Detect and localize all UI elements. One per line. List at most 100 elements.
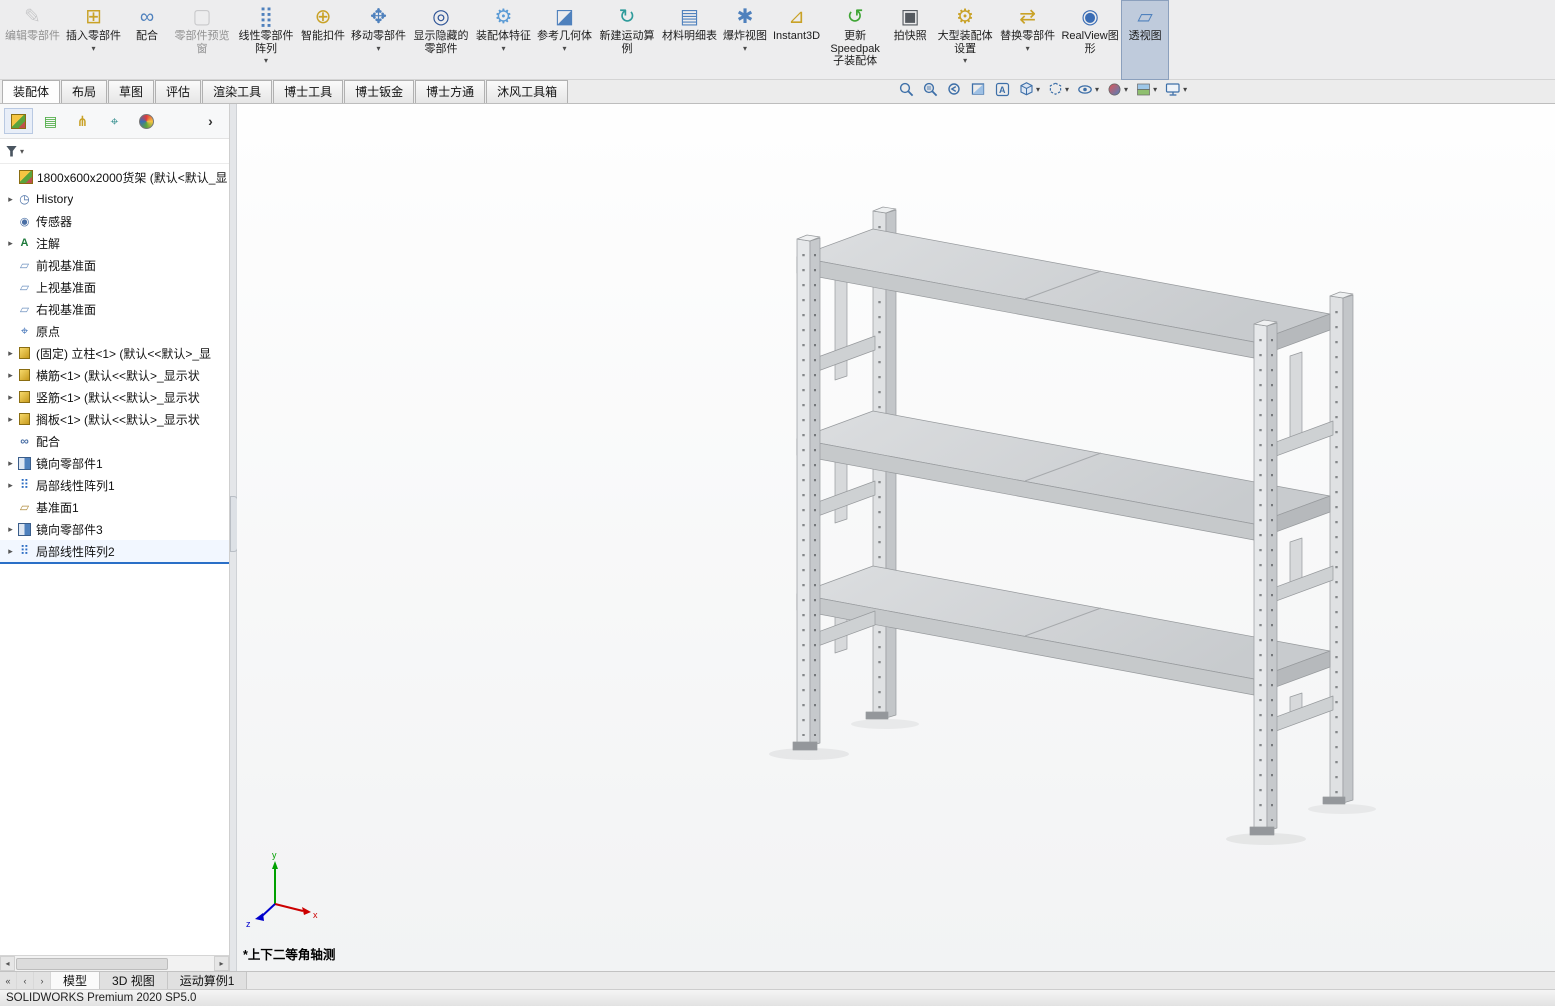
tree-item-history[interactable]: History	[0, 188, 229, 210]
toolbar-button-insert-components[interactable]: ⊞ 插入零部件	[63, 1, 124, 79]
toolbar-button-exploded-view[interactable]: ✱ 爆炸视图	[720, 1, 770, 79]
tab-model[interactable]: 模型	[51, 972, 101, 989]
toolbar-button-move-component[interactable]: ✥ 移动零部件	[348, 1, 409, 79]
tab-layout[interactable]: 布局	[61, 80, 108, 103]
scroll-left-arrow-icon[interactable]: ◂	[0, 956, 15, 971]
toolbar-button-smart-fasteners[interactable]: ⊕ 智能扣件	[298, 1, 348, 79]
tab-assembly[interactable]: 装配体	[2, 80, 61, 103]
toolbar-button-take-snapshot[interactable]: ▣ 拍快照	[887, 1, 933, 79]
tab-doctor-tools[interactable]: 博士工具	[273, 80, 344, 103]
tree-item-label: 局部线性阵列1	[36, 478, 115, 493]
tree-item-annotations[interactable]: 注解	[0, 232, 229, 254]
display-manager-tab[interactable]	[132, 108, 161, 134]
feature-manager-tab[interactable]	[4, 108, 33, 134]
tab-scroll-first-icon[interactable]: «	[0, 972, 17, 989]
tab-scroll-left-icon[interactable]: ‹	[17, 972, 34, 989]
expand-arrow-icon[interactable]	[4, 414, 17, 425]
toolbar-button-component-preview-window[interactable]: ▢ 零部件预览窗	[170, 1, 234, 79]
tree-item-component-2[interactable]: 横筋<1> (默认<<默认>_显示状	[0, 364, 229, 386]
tree-item-component-1[interactable]: (固定) 立柱<1> (默认<<默认>_显	[0, 342, 229, 364]
update-speedpak-icon: ↺	[846, 6, 864, 28]
edit-appearance-icon[interactable]	[1106, 81, 1128, 98]
configuration-manager-tab[interactable]	[68, 108, 97, 134]
display-style-icon[interactable]	[1047, 81, 1069, 98]
tree-item-label: (固定) 立柱<1> (默认<<默认>_显	[36, 346, 212, 361]
toolbar-button-large-assembly-settings[interactable]: ⚙ 大型装配体设置	[933, 1, 997, 79]
expand-arrow-icon[interactable]	[4, 370, 17, 381]
dynamic-annotation-views-icon[interactable]: A	[994, 81, 1011, 98]
tree-item-front-plane[interactable]: 前视基准面	[0, 254, 229, 276]
tree-item-mirror-component-3[interactable]: 镜向零部件3	[0, 518, 229, 540]
toolbar-button-perspective[interactable]: ▱ 透视图	[1121, 0, 1170, 80]
tree-item-linear-pattern-1[interactable]: 局部线性阵列1	[0, 474, 229, 496]
filter-funnel-icon[interactable]	[6, 145, 17, 157]
toolbar-button-label: 装配体特征	[476, 30, 531, 42]
toolbar-button-linear-component-pattern[interactable]: ⣿ 线性零部件阵列	[234, 1, 298, 79]
tab-doctor-fangtong[interactable]: 博士方通	[415, 80, 486, 103]
toolbar-button-new-motion-study[interactable]: ↻ 新建运动算例	[595, 1, 659, 79]
tree-item-component-3[interactable]: 竖筋<1> (默认<<默认>_显示状	[0, 386, 229, 408]
hide-show-items-icon[interactable]	[1076, 81, 1099, 98]
toolbar-button-realview-graphics[interactable]: ◉ RealView图形	[1058, 1, 1122, 79]
zoom-area-icon[interactable]	[922, 81, 939, 98]
property-manager-tab[interactable]	[36, 108, 65, 134]
tab-doctor-sheetmetal[interactable]: 博士钣金	[344, 80, 415, 103]
toolbar-button-update-speedpak[interactable]: ↺ 更新Speedpak子装配体	[823, 1, 887, 79]
tab-scroll-right-icon[interactable]: ›	[34, 972, 51, 989]
tree-item-right-plane[interactable]: 右视基准面	[0, 298, 229, 320]
filter-dropdown-caret-icon[interactable]: ▾	[20, 147, 24, 156]
toolbar-button-label: 显示隐藏的零部件	[413, 30, 469, 55]
graphics-viewport[interactable]: y x z *上下二等角轴测	[237, 104, 1555, 971]
toolbar-button-reference-geometry[interactable]: ◪ 参考几何体	[534, 1, 595, 79]
toolbar-button-replace-components[interactable]: ⇄ 替换零部件	[997, 1, 1058, 79]
zoom-to-fit-icon[interactable]	[898, 81, 915, 98]
previous-view-icon[interactable]	[946, 81, 963, 98]
tree-item-assembly-root[interactable]: 1800x600x2000货架 (默认<默认_显	[0, 166, 229, 188]
view-settings-icon[interactable]	[1164, 81, 1187, 98]
tree-item-top-plane[interactable]: 上视基准面	[0, 276, 229, 298]
scrollbar-thumb[interactable]	[16, 958, 168, 970]
dimxpert-manager-tab[interactable]	[100, 108, 129, 134]
tab-3d-views[interactable]: 3D 视图	[100, 972, 168, 989]
display-manager-icon	[139, 113, 154, 129]
apply-scene-icon[interactable]	[1135, 81, 1157, 98]
tab-render-tools[interactable]: 渲染工具	[202, 80, 273, 103]
tab-mufeng-toolbox[interactable]: 沐风工具箱	[486, 80, 569, 103]
tree-item-label: 传感器	[36, 214, 73, 229]
expand-arrow-icon[interactable]	[4, 546, 17, 557]
feature-manager-panel: ▾ 1800x600x2000货架 (默认<默认_显 History 传感器 注…	[0, 104, 230, 971]
section-view-icon[interactable]	[970, 81, 987, 98]
toolbar-button-mate[interactable]: ∞ 配合	[124, 1, 170, 79]
toolbar-button-edit-component[interactable]: ✎ 编辑零部件	[2, 1, 63, 79]
tree-horizontal-scrollbar[interactable]: ◂ ▸	[0, 955, 229, 971]
toolbar-button-instant3d[interactable]: ⊿ Instant3D	[770, 1, 823, 79]
orientation-triad: y x z	[246, 850, 318, 929]
toolbar-button-assembly-features[interactable]: ⚙ 装配体特征	[473, 1, 534, 79]
expand-arrow-icon[interactable]	[4, 458, 17, 469]
toolbar-button-bill-of-materials[interactable]: ▤ 材料明细表	[659, 1, 720, 79]
tree-item-mirror-component-1[interactable]: 镜向零部件1	[0, 452, 229, 474]
tree-item-linear-pattern-2[interactable]: 局部线性阵列2	[0, 540, 229, 564]
toolbar-button-show-hidden-components[interactable]: ◎ 显示隐藏的零部件	[409, 1, 473, 79]
part-icon	[19, 391, 30, 403]
panel-splitter[interactable]	[230, 104, 238, 971]
tree-item-component-4[interactable]: 搁板<1> (默认<<默认>_显示状	[0, 408, 229, 430]
tree-item-mates[interactable]: 配合	[0, 430, 229, 452]
shelf-rack-model[interactable]: y x z	[237, 104, 1555, 971]
expand-arrow-icon[interactable]	[4, 392, 17, 403]
expand-arrow-icon[interactable]	[4, 194, 17, 205]
tree-item-sensors[interactable]: 传感器	[0, 210, 229, 232]
tab-motion-study-1[interactable]: 运动算例1	[167, 972, 248, 989]
view-orientation-icon[interactable]	[1018, 81, 1040, 98]
assembly-features-icon: ⚙	[494, 6, 513, 28]
expand-arrow-icon[interactable]	[4, 238, 17, 249]
scroll-right-arrow-icon[interactable]: ▸	[214, 956, 229, 971]
tab-sketch[interactable]: 草图	[108, 80, 155, 103]
expand-arrow-icon[interactable]	[4, 348, 17, 359]
tab-evaluate[interactable]: 评估	[155, 80, 202, 103]
expand-arrow-icon[interactable]	[4, 524, 17, 535]
expand-arrow-icon[interactable]	[4, 480, 17, 491]
tree-item-plane-1[interactable]: 基准面1	[0, 496, 229, 518]
expand-panel-arrow-icon[interactable]	[196, 108, 225, 134]
tree-item-origin[interactable]: 原点	[0, 320, 229, 342]
